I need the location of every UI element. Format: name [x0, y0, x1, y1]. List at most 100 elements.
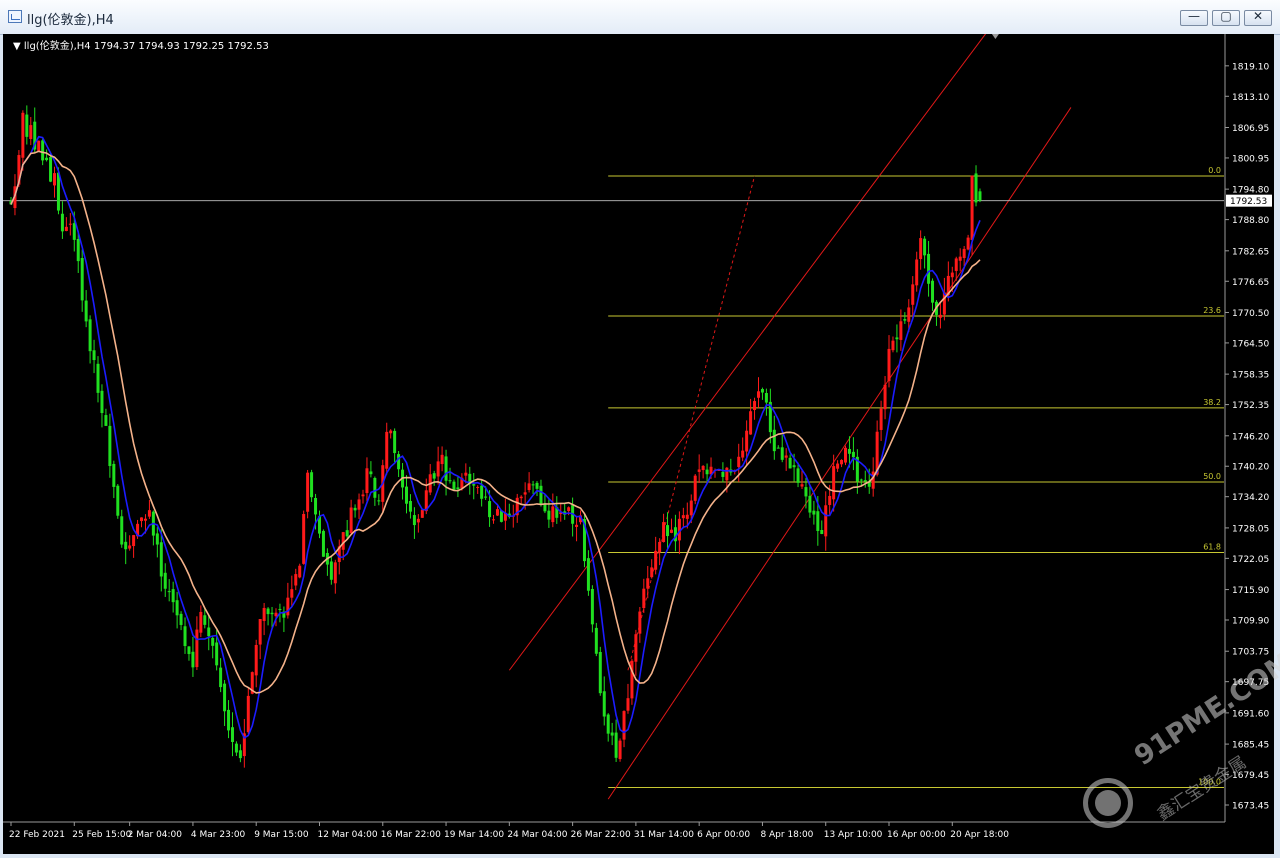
candle-bull	[274, 612, 278, 617]
candle-bull	[638, 611, 642, 634]
candle-bear	[167, 591, 171, 593]
candle-bear	[88, 319, 92, 352]
candle-bull	[658, 541, 662, 553]
candle-bull	[464, 472, 468, 476]
close-icon: ✕	[1252, 9, 1264, 23]
candle-bull	[697, 469, 701, 472]
price-tick-label: 1776.65	[1232, 278, 1269, 288]
candle-bear	[187, 646, 191, 655]
time-tick-label: 16 Apr 00:00	[887, 830, 946, 840]
candle-bear	[895, 337, 899, 340]
chart-menu-triangle-icon[interactable]: ▼	[13, 41, 21, 52]
candle-bear	[792, 465, 796, 468]
candle-bull	[575, 524, 579, 527]
candle-bear	[808, 495, 812, 513]
candle-bear	[171, 589, 175, 603]
candle-bull	[254, 644, 258, 676]
candle-bear	[211, 637, 215, 646]
candle-bear	[223, 683, 227, 712]
candle-bear	[179, 613, 183, 625]
title-bar[interactable]: llg(伦敦金),H4 — ▢ ✕	[0, 0, 1280, 35]
current-price-tag-label: 1792.53	[1230, 197, 1267, 207]
candle-bear	[175, 600, 179, 616]
candle-bear	[598, 651, 602, 694]
candle-bear	[614, 732, 618, 758]
candle-bear	[219, 667, 223, 688]
candle-bull	[622, 711, 626, 740]
candle-bull	[349, 507, 353, 534]
candle-bull	[669, 529, 673, 533]
candle-bull	[258, 619, 262, 645]
candle-bull	[836, 463, 840, 469]
time-tick-label: 6 Apr 00:00	[697, 830, 750, 840]
candle-bull	[950, 272, 954, 278]
time-tick-label: 25 Feb 15:00	[72, 830, 131, 840]
candle-bull	[436, 461, 440, 477]
candle-bull	[199, 611, 203, 633]
candle-bear	[238, 750, 242, 759]
candle-bear	[321, 530, 325, 557]
candle-bull	[970, 175, 974, 240]
candle-bear	[780, 447, 784, 460]
candle-bull	[64, 226, 68, 232]
candle-bear	[851, 451, 855, 458]
price-tick-label: 1758.35	[1232, 371, 1269, 381]
candle-bull	[519, 496, 523, 499]
candle-bull	[37, 140, 41, 152]
time-tick-label: 8 Apr 18:00	[760, 830, 813, 840]
candle-bull	[29, 125, 33, 139]
candle-bear	[92, 350, 96, 361]
candle-bear	[444, 456, 448, 481]
candle-bear	[666, 525, 670, 537]
candle-bull	[53, 173, 57, 186]
time-tick-label: 20 Apr 18:00	[950, 830, 1009, 840]
close-button[interactable]: ✕	[1244, 9, 1272, 26]
candle-bear	[155, 533, 159, 545]
candle-bull	[385, 431, 389, 469]
time-tick-label: 24 Mar 04:00	[507, 830, 567, 840]
candle-bear	[923, 238, 927, 256]
candle-bull	[753, 401, 757, 410]
candle-bull	[333, 562, 337, 584]
price-chart[interactable]: 1819.10 1813.10 1806.95 1800.95 1794.80 1788.…	[3, 34, 1280, 854]
candle-bear	[191, 651, 195, 668]
candle-bull	[626, 698, 630, 711]
candle-bull	[523, 492, 527, 495]
candle-bull	[147, 510, 151, 517]
candle-bull	[919, 238, 923, 260]
price-tick-label: 1734.20	[1232, 493, 1269, 503]
candle-bear	[452, 481, 456, 491]
candle-bull	[420, 509, 424, 518]
maximize-button[interactable]: ▢	[1212, 9, 1240, 26]
price-tick-label: 1709.90	[1232, 617, 1269, 627]
candle-bear	[610, 732, 614, 736]
candle-bear	[278, 608, 282, 610]
candle-bear	[377, 500, 381, 502]
minimize-button[interactable]: —	[1180, 9, 1208, 26]
candle-bull	[361, 494, 365, 497]
price-tick-label: 1746.20	[1232, 432, 1269, 442]
candle-bear	[594, 627, 598, 654]
candle-bull	[551, 506, 555, 523]
candle-bull	[899, 321, 903, 340]
candle-bull	[741, 450, 745, 458]
price-tick-label: 1782.65	[1232, 247, 1269, 257]
price-tick-label: 1703.75	[1232, 648, 1269, 658]
candle-bear	[535, 482, 539, 489]
fib-level-label: 0.0	[1208, 166, 1221, 175]
candle-bear	[163, 572, 167, 589]
time-tick-label: 9 Mar 15:00	[254, 830, 309, 840]
ohlc-readout: 1794.37 1794.93 1792.25 1792.53	[93, 41, 269, 52]
candle-bear	[314, 498, 318, 515]
candle-bull	[21, 112, 25, 158]
candle-bull	[828, 495, 832, 505]
candle-bull	[302, 514, 306, 564]
price-tick-label: 1800.95	[1232, 154, 1269, 164]
candle-bear	[405, 486, 408, 504]
time-tick-label: 31 Mar 14:00	[634, 830, 694, 840]
candle-bull	[68, 223, 72, 225]
chart-header: ▼ llg(伦敦金),H4 1794.37 1794.93 1792.25 17…	[13, 37, 269, 52]
candle-bull	[654, 550, 658, 570]
candle-bear	[373, 477, 377, 498]
candle-bear	[590, 588, 594, 625]
